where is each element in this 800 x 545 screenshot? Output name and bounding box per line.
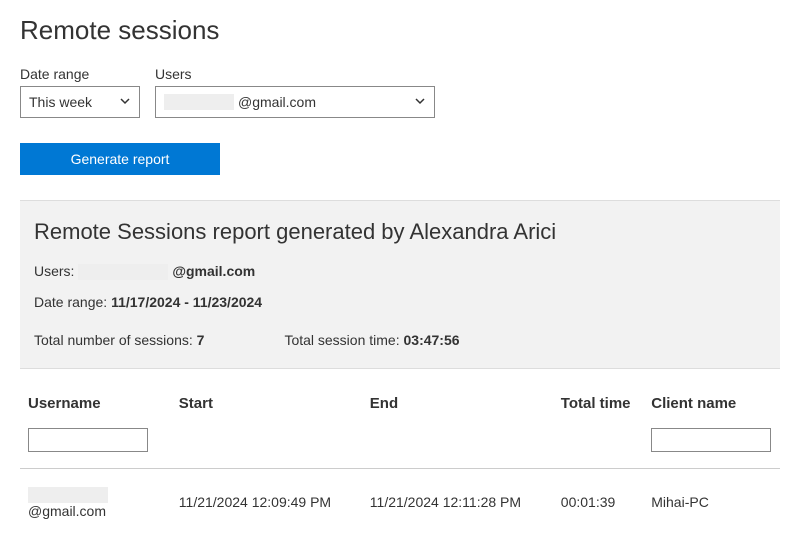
report-users-line: Users: @gmail.com — [34, 263, 766, 280]
date-range-label: Date range — [20, 66, 140, 82]
page-title: Remote sessions — [20, 15, 780, 46]
date-range-filter: Date range This week — [20, 66, 140, 118]
users-select[interactable]: @gmail.com — [155, 86, 435, 118]
total-time-value: 03:47:56 — [404, 332, 460, 348]
cell-total-time: 00:01:39 — [553, 469, 643, 535]
users-filter: Users @gmail.com — [155, 66, 435, 118]
report-header: Remote Sessions report generated by Alex… — [20, 200, 780, 369]
date-range-select[interactable]: This week — [20, 86, 140, 118]
total-sessions-value: 7 — [197, 332, 205, 348]
report-daterange-label: Date range: — [34, 294, 107, 310]
table-filter-row — [20, 422, 780, 469]
cell-username-suffix: @gmail.com — [28, 503, 106, 519]
users-label: Users — [155, 66, 435, 82]
total-sessions-label: Total number of sessions: — [34, 332, 193, 348]
chevron-down-icon — [119, 94, 131, 110]
col-header-total-time[interactable]: Total time — [553, 377, 643, 422]
table-header-row: Username Start End Total time Client nam… — [20, 377, 780, 422]
users-select-value: @gmail.com — [238, 94, 316, 110]
report-daterange-line: Date range: 11/17/2024 - 11/23/2024 — [34, 294, 766, 310]
redacted-block — [78, 264, 168, 280]
report-title: Remote Sessions report generated by Alex… — [34, 219, 766, 245]
cell-client-name: Mihai-PC — [643, 469, 780, 535]
cell-username: @gmail.com — [20, 469, 171, 535]
report-stats: Total number of sessions: 7 Total sessio… — [34, 332, 766, 348]
sessions-table: Username Start End Total time Client nam… — [20, 377, 780, 534]
chevron-down-icon — [414, 94, 426, 110]
client-name-filter-input[interactable] — [651, 428, 771, 452]
report-daterange-value: 11/17/2024 - 11/23/2024 — [111, 294, 262, 310]
col-header-username[interactable]: Username — [20, 377, 171, 422]
total-time-stat: Total session time: 03:47:56 — [284, 332, 459, 348]
report-users-label: Users: — [34, 263, 74, 279]
date-range-value: This week — [29, 94, 92, 110]
col-header-client-name[interactable]: Client name — [643, 377, 780, 422]
total-time-label: Total session time: — [284, 332, 399, 348]
col-header-end[interactable]: End — [362, 377, 553, 422]
generate-report-button[interactable]: Generate report — [20, 143, 220, 175]
cell-end: 11/21/2024 12:11:28 PM — [362, 469, 553, 535]
redacted-block — [164, 94, 234, 110]
username-filter-input[interactable] — [28, 428, 148, 452]
table-row: @gmail.com 11/21/2024 12:09:49 PM 11/21/… — [20, 469, 780, 535]
filter-bar: Date range This week Users @gmail.com — [20, 66, 780, 118]
col-header-start[interactable]: Start — [171, 377, 362, 422]
total-sessions-stat: Total number of sessions: 7 — [34, 332, 204, 348]
redacted-block — [28, 487, 108, 503]
report-users-value: @gmail.com — [172, 263, 255, 279]
cell-start: 11/21/2024 12:09:49 PM — [171, 469, 362, 535]
